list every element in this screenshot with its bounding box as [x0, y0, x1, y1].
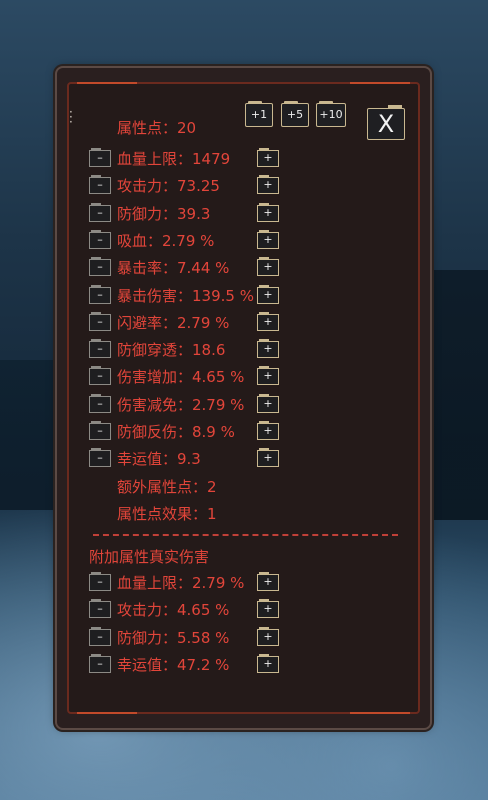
decrease-button[interactable]: –: [89, 229, 111, 249]
increase-button[interactable]: +: [257, 202, 279, 222]
add-1-button[interactable]: +1: [245, 101, 273, 127]
increase-button[interactable]: +: [257, 572, 279, 591]
drag-handle-icon[interactable]: · · ·: [69, 106, 73, 128]
frame-decoration: [77, 82, 137, 94]
decrease-button[interactable]: –: [89, 448, 111, 468]
increase-button[interactable]: +: [257, 626, 279, 646]
stat-label: 吸血：2.79 %: [117, 231, 215, 250]
increase-button[interactable]: +: [257, 339, 279, 359]
stat-label: 暴击伤害：139.5 %: [117, 286, 254, 305]
increase-button[interactable]: +: [257, 175, 279, 195]
decrease-button[interactable]: –: [89, 148, 111, 167]
stat-label: 闪避率：2.79 %: [117, 313, 230, 332]
frame-decoration: [350, 702, 410, 714]
true-damage-title: 附加属性真实伤害: [89, 548, 210, 566]
pine-trees-left: [0, 360, 60, 510]
true-damage-label: 攻击力：4.65 %: [117, 601, 230, 620]
stat-label: 伤害减免：2.79 %: [117, 395, 245, 414]
decrease-button[interactable]: –: [89, 626, 111, 646]
stat-label: 攻击力：73.25: [117, 177, 220, 196]
increase-button[interactable]: +: [257, 284, 279, 304]
increase-button[interactable]: +: [257, 448, 279, 468]
decrease-button[interactable]: –: [89, 366, 111, 386]
frame-decoration: [350, 82, 410, 94]
stat-label: 暴击率：7.44 %: [117, 259, 230, 278]
decrease-button[interactable]: –: [89, 339, 111, 359]
increase-button[interactable]: +: [257, 599, 279, 619]
extra-points-label: 额外属性点：2: [117, 478, 217, 496]
decrease-button[interactable]: –: [89, 175, 111, 195]
stat-label: 幸运值：9.3: [117, 450, 201, 469]
stat-label: 防御力：39.3: [117, 204, 211, 223]
stat-label: 血量上限：1479: [117, 150, 231, 168]
increase-button[interactable]: +: [257, 257, 279, 277]
frame-decoration: [77, 702, 137, 714]
increase-button[interactable]: +: [257, 229, 279, 249]
add-10-button[interactable]: +10: [316, 101, 346, 127]
decrease-button[interactable]: –: [89, 202, 111, 222]
attribute-points-label: 属性点：20: [117, 119, 197, 137]
increase-button[interactable]: +: [257, 366, 279, 386]
increase-button[interactable]: +: [257, 653, 279, 673]
stat-label: 防御反伤：8.9 %: [117, 423, 235, 441]
decrease-button[interactable]: –: [89, 599, 111, 619]
increase-button[interactable]: +: [257, 393, 279, 413]
section-divider: [93, 534, 398, 536]
stat-label: 防御穿透：18.6: [117, 341, 226, 360]
decrease-button[interactable]: –: [89, 284, 111, 304]
increase-button[interactable]: +: [257, 148, 279, 167]
increase-button[interactable]: +: [257, 421, 279, 440]
points-effect-label: 属性点效果：1: [117, 505, 217, 523]
decrease-button[interactable]: –: [89, 421, 111, 440]
decrease-button[interactable]: –: [89, 653, 111, 673]
decrease-button[interactable]: –: [89, 393, 111, 413]
true-damage-label: 血量上限：2.79 %: [117, 574, 245, 592]
stat-label: 伤害增加：4.65 %: [117, 368, 245, 387]
close-button[interactable]: X: [367, 105, 405, 140]
decrease-button[interactable]: –: [89, 257, 111, 277]
true-damage-label: 幸运值：47.2 %: [117, 655, 230, 674]
decrease-button[interactable]: –: [89, 572, 111, 591]
add-5-button[interactable]: +5: [281, 101, 309, 127]
true-damage-label: 防御力：5.58 %: [117, 628, 230, 647]
increase-button[interactable]: +: [257, 311, 279, 331]
attribute-panel: · · · 属性点：20 +1 +5 +10 X – 血量上限：1479 + – 攻击力：7…: [57, 68, 430, 728]
decrease-button[interactable]: –: [89, 311, 111, 331]
